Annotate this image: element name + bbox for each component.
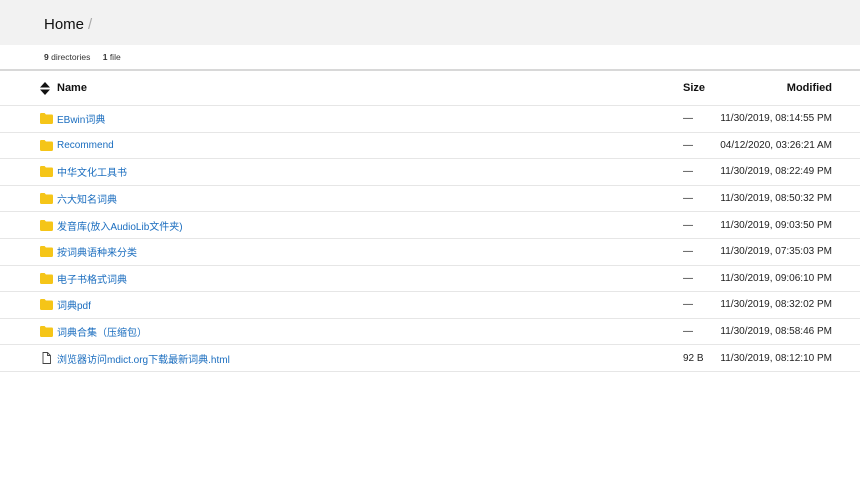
breadcrumb-home[interactable]: Home xyxy=(44,16,84,33)
row-modified: 11/30/2019, 07:35:03 PM xyxy=(720,246,832,258)
row-size-cell: — xyxy=(683,133,693,159)
row-size: 92 B xyxy=(683,352,704,364)
folder-icon xyxy=(40,139,53,151)
row-modified-cell: 11/30/2019, 08:14:55 PM xyxy=(720,106,832,132)
file-listing-table: Name Size Modified EBwin词典 — 11/30/2019,… xyxy=(0,71,860,372)
folder-icon xyxy=(40,193,53,205)
breadcrumb: Home / xyxy=(44,16,92,34)
row-name-cell: 电子书格式词典 xyxy=(40,266,127,292)
row-size-cell: 92 B xyxy=(683,345,704,371)
row-size-cell: — xyxy=(683,186,693,212)
file-count: 1 xyxy=(102,52,108,62)
table-header-row: Name Size Modified xyxy=(0,71,860,106)
table-row[interactable]: 发音库(放入AudioLib文件夹) — 11/30/2019, 09:03:5… xyxy=(0,212,860,239)
row-size-cell: — xyxy=(683,212,693,238)
folder-icon xyxy=(40,299,53,311)
row-modified: 11/30/2019, 08:22:49 PM xyxy=(720,166,832,178)
row-size: — xyxy=(683,166,693,178)
folder-icon xyxy=(40,113,53,125)
table-row[interactable]: 词典合集（压缩包） — 11/30/2019, 08:58:46 PM xyxy=(0,319,860,346)
directory-label: directories xyxy=(51,52,91,62)
breadcrumb-separator: / xyxy=(88,16,93,33)
row-name-link[interactable]: 词典合集（压缩包） xyxy=(57,324,147,339)
row-name-link[interactable]: 电子书格式词典 xyxy=(57,271,127,286)
row-name-cell: Recommend xyxy=(40,133,114,159)
row-name-cell: 浏览器访问mdict.org下载最新词典.html xyxy=(40,345,230,371)
row-size-cell: — xyxy=(683,159,693,185)
file-icon xyxy=(42,352,51,365)
row-name-link[interactable]: 中华文化工具书 xyxy=(57,164,127,179)
table-row[interactable]: Recommend — 04/12/2020, 03:26:21 AM xyxy=(0,133,860,160)
row-size: — xyxy=(683,113,693,125)
row-modified: 04/12/2020, 03:26:21 AM xyxy=(720,139,832,151)
row-modified-cell: 11/30/2019, 08:50:32 PM xyxy=(720,186,832,212)
row-name-link[interactable]: 发音库(放入AudioLib文件夹) xyxy=(57,218,183,233)
row-name-cell: EBwin词典 xyxy=(40,106,105,132)
file-label: file xyxy=(109,52,121,62)
row-modified-cell: 11/30/2019, 08:58:46 PM xyxy=(720,319,832,345)
column-header-modified-label: Modified xyxy=(786,82,832,94)
column-header-name[interactable]: Name xyxy=(40,71,87,105)
column-header-size-label: Size xyxy=(683,82,706,94)
row-name-link[interactable]: 浏览器访问mdict.org下载最新词典.html xyxy=(57,351,230,366)
row-size: — xyxy=(683,272,693,284)
row-modified-cell: 11/30/2019, 08:12:10 PM xyxy=(720,345,832,371)
table-row[interactable]: 按词典语种来分类 — 11/30/2019, 07:35:03 PM xyxy=(0,239,860,266)
folder-icon xyxy=(40,246,53,258)
folder-icon xyxy=(40,272,53,284)
row-size: — xyxy=(683,139,693,151)
row-name-cell: 六大知名词典 xyxy=(40,186,117,212)
row-modified-cell: 11/30/2019, 07:35:03 PM xyxy=(720,239,832,265)
page-header: Home / xyxy=(0,0,860,45)
row-modified-cell: 04/12/2020, 03:26:21 AM xyxy=(720,133,832,159)
row-modified: 11/30/2019, 08:14:55 PM xyxy=(720,113,832,125)
table-row[interactable]: 中华文化工具书 — 11/30/2019, 08:22:49 PM xyxy=(0,159,860,186)
table-row[interactable]: 六大知名词典 — 11/30/2019, 08:50:32 PM xyxy=(0,186,860,213)
row-size: — xyxy=(683,219,693,231)
row-modified: 11/30/2019, 08:32:02 PM xyxy=(720,299,832,311)
row-size: — xyxy=(683,326,693,338)
row-modified: 11/30/2019, 08:58:46 PM xyxy=(720,326,832,338)
row-name-link[interactable]: 六大知名词典 xyxy=(57,191,117,206)
row-modified-cell: 11/30/2019, 08:32:02 PM xyxy=(720,292,832,318)
sort-icon[interactable] xyxy=(40,81,50,95)
table-row[interactable]: 浏览器访问mdict.org下载最新词典.html 92 B 11/30/201… xyxy=(0,345,860,372)
row-modified-cell: 11/30/2019, 09:06:10 PM xyxy=(720,266,832,292)
row-name-cell: 发音库(放入AudioLib文件夹) xyxy=(40,212,183,238)
row-modified: 11/30/2019, 09:03:50 PM xyxy=(720,219,832,231)
column-header-modified[interactable]: Modified xyxy=(787,71,832,105)
directory-count: 9 xyxy=(44,52,49,62)
table-body: EBwin词典 — 11/30/2019, 08:14:55 PM Recomm… xyxy=(0,106,860,372)
table-row[interactable]: 词典pdf — 11/30/2019, 08:32:02 PM xyxy=(0,292,860,319)
row-modified: 11/30/2019, 08:12:10 PM xyxy=(720,352,832,364)
row-size-cell: — xyxy=(683,319,693,345)
row-name-cell: 按词典语种来分类 xyxy=(40,239,137,265)
row-size: — xyxy=(683,299,693,311)
row-name-cell: 中华文化工具书 xyxy=(40,159,127,185)
listing-summary: 9 directories 1 file xyxy=(44,52,121,62)
row-size-cell: — xyxy=(683,239,693,265)
row-modified: 11/30/2019, 09:06:10 PM xyxy=(720,272,832,284)
row-size: — xyxy=(683,193,693,205)
table-row[interactable]: 电子书格式词典 — 11/30/2019, 09:06:10 PM xyxy=(0,266,860,293)
folder-icon xyxy=(40,166,53,178)
row-name-link[interactable]: 词典pdf xyxy=(57,297,91,312)
row-name-cell: 词典pdf xyxy=(40,292,91,318)
table-row[interactable]: EBwin词典 — 11/30/2019, 08:14:55 PM xyxy=(0,106,860,133)
folder-icon xyxy=(40,326,53,338)
column-header-size[interactable]: Size xyxy=(683,71,705,105)
row-modified-cell: 11/30/2019, 08:22:49 PM xyxy=(720,159,832,185)
folder-icon xyxy=(40,219,53,231)
row-size-cell: — xyxy=(683,266,693,292)
row-size-cell: — xyxy=(683,292,693,318)
row-name-cell: 词典合集（压缩包） xyxy=(40,319,147,345)
row-size-cell: — xyxy=(683,106,693,132)
row-name-link[interactable]: Recommend xyxy=(57,140,114,151)
row-modified-cell: 11/30/2019, 09:03:50 PM xyxy=(720,212,832,238)
row-modified: 11/30/2019, 08:50:32 PM xyxy=(720,193,832,205)
column-header-name-label: Name xyxy=(57,82,87,94)
row-name-link[interactable]: 按词典语种来分类 xyxy=(57,244,137,259)
row-size: — xyxy=(683,246,693,258)
row-name-link[interactable]: EBwin词典 xyxy=(57,111,105,126)
